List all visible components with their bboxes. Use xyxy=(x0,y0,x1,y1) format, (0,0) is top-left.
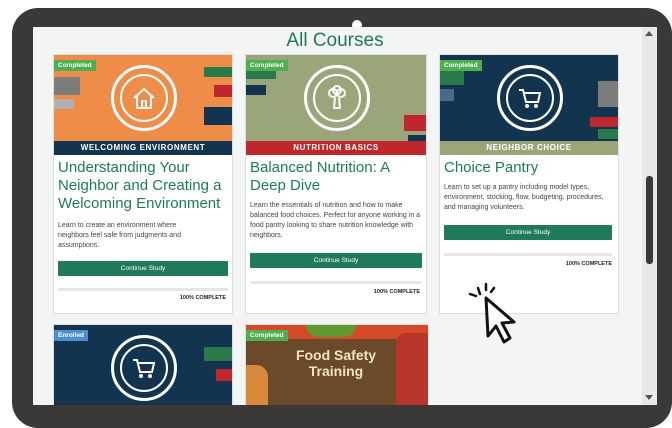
scrollbar[interactable] xyxy=(642,27,657,405)
shopping-cart-icon xyxy=(519,89,542,108)
course-description: Learn the essentials of nutrition and ho… xyxy=(250,202,421,239)
course-title[interactable]: Choice Pantry xyxy=(444,159,616,177)
course-card-choice-pantry[interactable]: NEIGHBOR CHOICE Completed Choice Pantry … xyxy=(439,54,619,314)
cursor-icon xyxy=(468,282,516,344)
continue-study-button[interactable]: Continue Study xyxy=(444,225,612,240)
progress-label: 100% COMPLETE xyxy=(565,261,612,267)
image-caption: Food Safety Training xyxy=(295,347,377,379)
progress-bar xyxy=(250,281,422,284)
banner-label: NEIGHBOR CHOICE xyxy=(440,141,618,155)
status-badge: Completed xyxy=(246,60,288,71)
broccoli-icon xyxy=(328,85,346,109)
progress-label: 100% COMPLETE xyxy=(179,295,226,301)
course-card-enrolled[interactable]: Enrolled xyxy=(53,324,233,405)
emblem xyxy=(111,65,177,131)
course-description: Learn to create an environment where nei… xyxy=(58,222,181,249)
emblem xyxy=(497,65,563,131)
page-title: All Courses xyxy=(286,30,384,51)
course-card-welcoming[interactable]: WELCOMING ENVIRONMENT Completed Understa… xyxy=(53,54,233,314)
scroll-down-icon[interactable] xyxy=(645,395,653,400)
progress-bar xyxy=(444,253,612,256)
banner-label: WELCOMING ENVIRONMENT xyxy=(54,141,232,155)
emblem xyxy=(111,335,177,401)
status-badge: Enrolled xyxy=(54,330,89,341)
progress-label: 100% COMPLETE xyxy=(373,289,420,295)
course-title[interactable]: Balanced Nutrition: A Deep Dive xyxy=(250,159,422,195)
continue-study-button[interactable]: Continue Study xyxy=(58,261,228,276)
scroll-up-icon[interactable] xyxy=(645,31,653,36)
shopping-cart-icon xyxy=(133,359,156,378)
course-title[interactable]: Understanding Your Neighbor and Creating… xyxy=(58,159,230,213)
house-icon xyxy=(133,87,155,109)
course-card-nutrition[interactable]: NUTRITION BASICS Completed Balanced Nutr… xyxy=(245,54,427,314)
status-badge: Completed xyxy=(440,60,482,71)
continue-study-button[interactable]: Continue Study xyxy=(250,253,422,268)
banner-label: NUTRITION BASICS xyxy=(246,141,426,155)
course-card-food-safety[interactable]: Food Safety Training Completed xyxy=(245,324,428,405)
emblem xyxy=(304,65,370,131)
progress-bar xyxy=(58,288,228,291)
scroll-thumb[interactable] xyxy=(646,176,653,264)
course-description: Learn to set up a pantry including model… xyxy=(444,184,604,211)
course-screen: All Courses WELCOMING ENVIRONMENT Comple… xyxy=(33,27,657,405)
status-badge: Completed xyxy=(246,330,288,341)
status-badge: Completed xyxy=(54,60,96,71)
